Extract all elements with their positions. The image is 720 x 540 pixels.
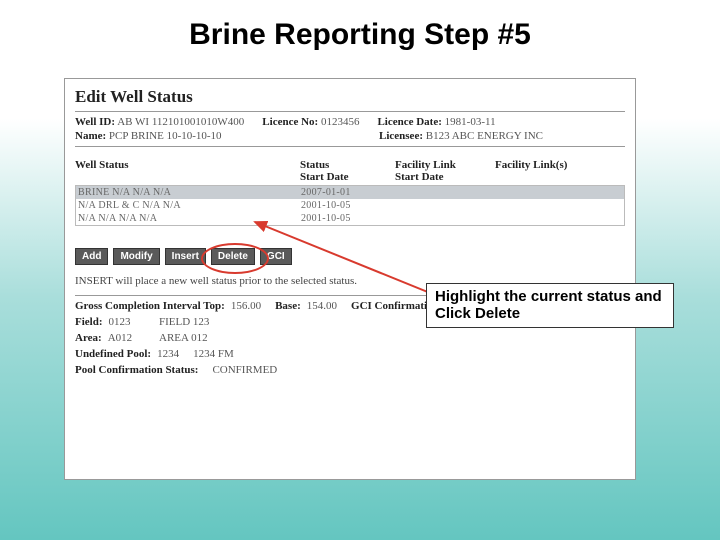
undef-pool-label: Undefined Pool: — [75, 348, 151, 360]
base-label: Base: — [275, 300, 301, 312]
base-value: 154.00 — [307, 300, 337, 312]
licensee-value: B123 ABC ENERGY INC — [426, 130, 543, 142]
add-button[interactable]: Add — [75, 248, 108, 265]
cell-fls — [496, 200, 622, 211]
col-well-status: Well Status — [75, 159, 300, 183]
meta-row-1: Well ID: AB WI 112101001010W400 Licence … — [75, 116, 625, 128]
cell-start-date: 2001-10-05 — [301, 213, 396, 224]
insert-button[interactable]: Insert — [165, 248, 206, 265]
field-name: FIELD 123 — [159, 316, 209, 328]
field-label: Field: — [75, 316, 103, 328]
field-code: 0123 — [109, 316, 131, 328]
area-name: AREA 012 — [159, 332, 208, 344]
table-header: Well Status Status Start Date Facility L… — [75, 151, 625, 185]
divider — [75, 146, 625, 147]
pool-conf-value: CONFIRMED — [212, 364, 277, 376]
area-label: Area: — [75, 332, 102, 344]
divider — [75, 111, 625, 112]
cell-fls — [496, 213, 622, 224]
licence-date-label: Licence Date: — [377, 116, 441, 128]
panel-heading: Edit Well Status — [75, 87, 625, 107]
button-bar: Add Modify Insert Delete GCI — [75, 248, 625, 265]
cell-well-status: BRINE N/A N/A N/A — [78, 187, 301, 198]
cell-well-status: N/A DRL & C N/A N/A — [78, 200, 301, 211]
meta-row-2: Name: PCP BRINE 10-10-10-10 Licensee: B1… — [75, 130, 625, 142]
licence-date-value: 1981-03-11 — [445, 116, 496, 128]
licensee-label: Licensee: — [379, 130, 423, 142]
cell-start-date: 2007-01-01 — [301, 187, 396, 198]
name-label: Name: — [75, 130, 106, 142]
undef-pool-name: 1234 FM — [193, 348, 234, 360]
cell-fl-start — [396, 200, 496, 211]
cell-fl-start — [396, 213, 496, 224]
gci-top-value: 156.00 — [231, 300, 261, 312]
gci-button[interactable]: GCI — [260, 248, 292, 265]
undef-pool-code: 1234 — [157, 348, 179, 360]
cell-well-status: N/A N/A N/A N/A — [78, 213, 301, 224]
cell-fls — [496, 187, 622, 198]
modify-button[interactable]: Modify — [113, 248, 159, 265]
well-id-label: Well ID: — [75, 116, 115, 128]
app-panel: Edit Well Status Well ID: AB WI 11210100… — [64, 78, 636, 480]
name-value: PCP BRINE 10-10-10-10 — [109, 130, 222, 142]
col-facility-link-start: Facility Link Start Date — [395, 159, 495, 183]
delete-button[interactable]: Delete — [211, 248, 255, 265]
status-table: BRINE N/A N/A N/A 2007-01-01 N/A DRL & C… — [75, 185, 625, 226]
gci-top-label: Gross Completion Interval Top: — [75, 300, 225, 312]
pool-conf-label: Pool Confirmation Status: — [75, 364, 198, 376]
licence-no-value: 0123456 — [321, 116, 360, 128]
table-row[interactable]: N/A DRL & C N/A N/A 2001-10-05 — [76, 199, 624, 212]
area-code: A012 — [108, 332, 132, 344]
col-status-start: Status Start Date — [300, 159, 395, 183]
table-row[interactable]: BRINE N/A N/A N/A 2007-01-01 — [76, 186, 624, 199]
col-facility-links: Facility Link(s) — [495, 159, 625, 183]
slide-title: Brine Reporting Step #5 — [0, 18, 720, 52]
table-row[interactable]: N/A N/A N/A N/A 2001-10-05 — [76, 212, 624, 225]
instruction-callout: Highlight the current status and Click D… — [426, 283, 674, 328]
licence-no-label: Licence No: — [262, 116, 318, 128]
well-id-value: AB WI 112101001010W400 — [117, 116, 244, 128]
cell-start-date: 2001-10-05 — [301, 200, 396, 211]
cell-fl-start — [396, 187, 496, 198]
